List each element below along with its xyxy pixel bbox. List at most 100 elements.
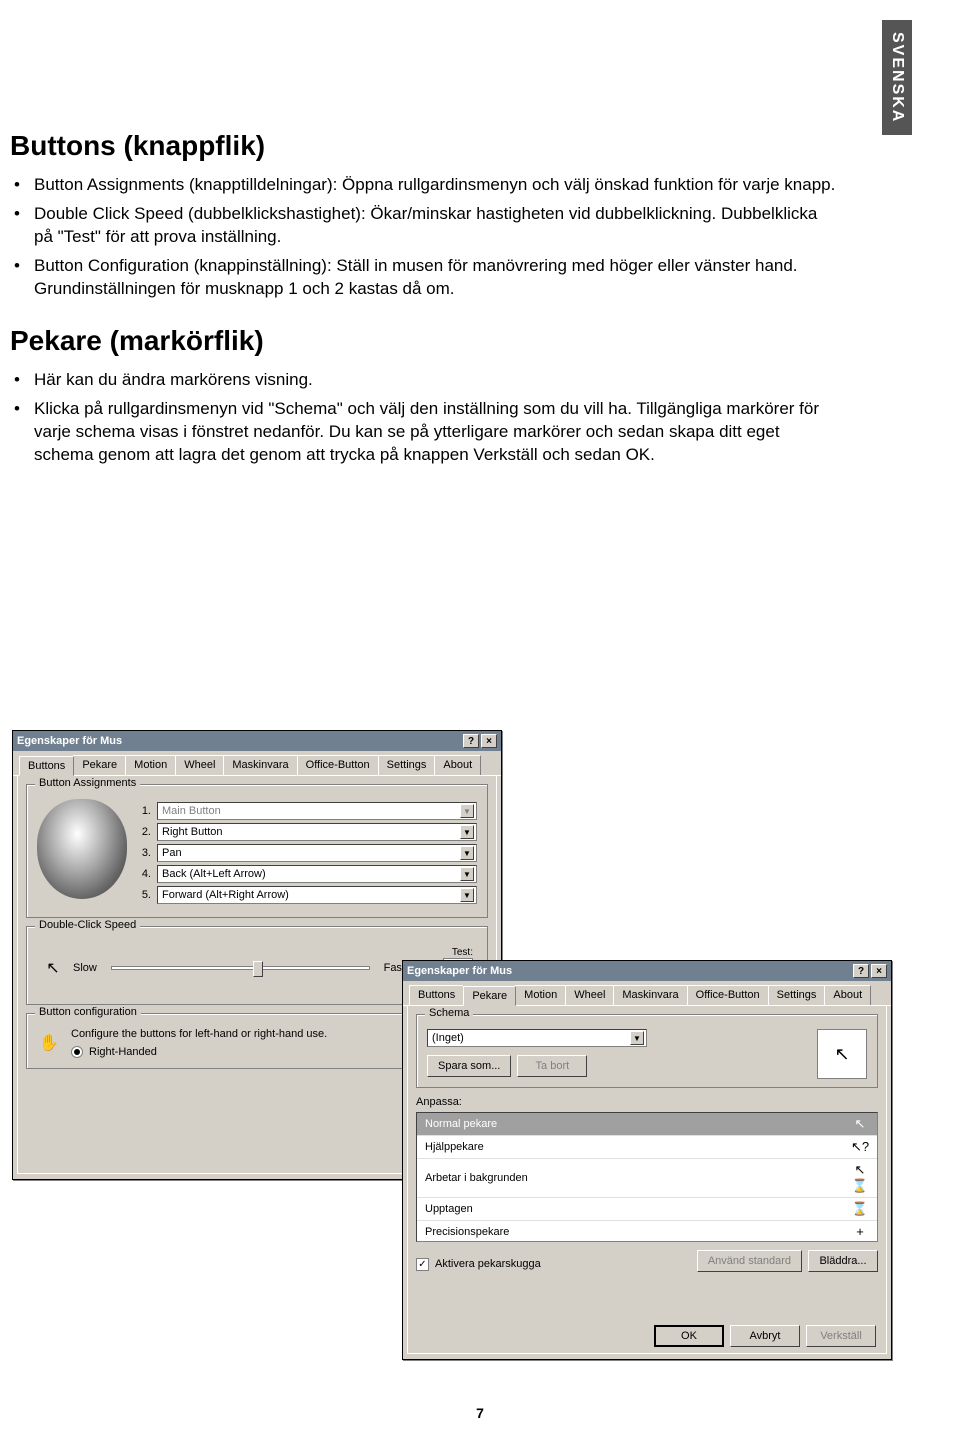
tab-motion[interactable]: Motion [125,755,176,775]
assignment-row: 1. Main Button▼ [137,802,477,820]
list-label: Upptagen [425,1203,473,1215]
list-item[interactable]: Hjälppekare ↖? [417,1136,877,1159]
ok-button[interactable]: OK [654,1325,724,1347]
dcs-slider[interactable] [111,966,370,970]
group-legend: Button Assignments [35,777,140,789]
tab-about[interactable]: About [824,985,871,1005]
close-icon[interactable]: × [871,964,887,978]
assignment-combo-2[interactable]: Right Button ▼ [157,823,477,841]
list-item: Button Configuration (knappinställning):… [34,255,840,301]
assignment-row: 5. Forward (Alt+Right Arrow) ▼ [137,886,477,904]
section-heading-pekare: Pekare (markörflik) [10,325,840,357]
combo-value: Right Button [162,826,223,838]
row-number: 2. [137,826,151,838]
save-as-button[interactable]: Spara som... [427,1055,511,1077]
tab-strip: Buttons Pekare Motion Wheel Maskinvara O… [13,751,501,776]
help-pointer-icon: ↖? [851,1139,869,1155]
group-legend: Double-Click Speed [35,919,140,931]
chevron-down-icon: ▼ [460,888,474,902]
group-legend: Button configuration [35,1006,141,1018]
titlebar[interactable]: Egenskaper för Mus ? × [13,731,501,751]
language-side-tab: SVENSKA [882,20,912,135]
list-label: Normal pekare [425,1118,497,1130]
group-legend: Schema [425,1007,473,1019]
schema-combo[interactable]: (Inget) ▼ [427,1029,647,1047]
assignment-combo-1[interactable]: Main Button▼ [157,802,477,820]
browse-button[interactable]: Bläddra... [808,1250,878,1272]
chevron-down-icon: ▼ [460,867,474,881]
pointer-icon: ↖ [41,956,65,980]
tab-settings[interactable]: Settings [378,755,436,775]
close-icon[interactable]: × [481,734,497,748]
row-number: 5. [137,889,151,901]
window-title: Egenskaper för Mus [17,735,122,747]
tab-pekare[interactable]: Pekare [463,986,516,1006]
help-icon[interactable]: ? [853,964,869,978]
tab-maskinvara[interactable]: Maskinvara [613,985,687,1005]
assignment-combo-5[interactable]: Forward (Alt+Right Arrow) ▼ [157,886,477,904]
help-icon[interactable]: ? [463,734,479,748]
list-item: Klicka på rullgardinsmenyn vid "Schema" … [34,398,840,467]
slider-thumb[interactable] [253,961,263,977]
hand-icon: ✋ [37,1031,61,1055]
section-list-buttons: Button Assignments (knapptilldelningar):… [10,174,840,301]
page-number: 7 [476,1405,484,1421]
list-item[interactable]: Arbetar i bakgrunden ↖⌛ [417,1159,877,1198]
arrow-pointer-icon: ↖ [851,1116,869,1132]
list-label: Hjälppekare [425,1141,484,1153]
working-background-icon: ↖⌛ [851,1162,869,1194]
tab-motion[interactable]: Motion [515,985,566,1005]
combo-value: Back (Alt+Left Arrow) [162,868,266,880]
pointer-shadow-checkbox[interactable]: ✓ Aktivera pekarskugga [416,1258,541,1271]
mouse-properties-dialog-pekare: Egenskaper för Mus ? × Buttons Pekare Mo… [402,960,892,1360]
combo-value: Main Button [162,805,221,817]
checkbox-icon: ✓ [416,1258,429,1271]
assignment-row: 3. Pan▼ [137,844,477,862]
list-item[interactable]: Upptagen ⌛ [417,1198,877,1221]
assignment-combo-4[interactable]: Back (Alt+Left Arrow) ▼ [157,865,477,883]
apply-button[interactable]: Verkställ [806,1325,876,1347]
tab-buttons[interactable]: Buttons [409,985,464,1005]
delete-button[interactable]: Ta bort [517,1055,587,1077]
tab-office-button[interactable]: Office-Button [297,755,379,775]
list-label: Precisionspekare [425,1226,509,1238]
precision-pointer-icon: + [851,1224,869,1239]
combo-value: (Inget) [432,1032,464,1044]
tab-wheel[interactable]: Wheel [175,755,224,775]
tab-strip: Buttons Pekare Motion Wheel Maskinvara O… [403,981,891,1006]
tab-office-button[interactable]: Office-Button [687,985,769,1005]
slow-label: Slow [73,962,97,974]
button-assignments-group: Button Assignments 1. Main Button▼ 2. Ri… [26,784,488,918]
tab-settings[interactable]: Settings [768,985,826,1005]
tab-pekare[interactable]: Pekare [73,755,126,775]
assignment-row: 2. Right Button ▼ [137,823,477,841]
row-number: 3. [137,847,151,859]
schema-preview-icon: ↖ [817,1029,867,1079]
radio-label: Right-Handed [89,1046,157,1058]
assignment-combo-3[interactable]: Pan▼ [157,844,477,862]
mouse-image [37,799,127,899]
cancel-button[interactable]: Avbryt [730,1325,800,1347]
row-number: 1. [137,805,151,817]
chevron-down-icon: ▼ [460,825,474,839]
list-item: Button Assignments (knapptilldelningar):… [34,174,840,197]
pointer-list[interactable]: Normal pekare ↖ Hjälppekare ↖? Arbetar i b… [416,1112,878,1242]
tab-maskinvara[interactable]: Maskinvara [223,755,297,775]
titlebar[interactable]: Egenskaper för Mus ? × [403,961,891,981]
tab-buttons[interactable]: Buttons [19,756,74,776]
use-standard-button[interactable]: Använd standard [697,1250,802,1272]
tab-about[interactable]: About [434,755,481,775]
tab-body: Schema (Inget) ▼ Spara som... Ta bort ↖ [407,1006,887,1354]
list-item: Double Click Speed (dubbelklickshastighe… [34,203,840,249]
row-number: 4. [137,868,151,880]
combo-value: Forward (Alt+Right Arrow) [162,889,289,901]
list-item[interactable]: Precisionspekare + [417,1221,877,1242]
busy-icon: ⌛ [851,1201,869,1217]
list-item[interactable]: Normal pekare ↖ [417,1113,877,1136]
combo-value: Pan [162,847,182,859]
list-label: Arbetar i bakgrunden [425,1172,528,1184]
anpassa-label: Anpassa: [416,1096,878,1108]
schema-group: Schema (Inget) ▼ Spara som... Ta bort ↖ [416,1014,878,1088]
checkbox-label: Aktivera pekarskugga [435,1258,541,1270]
tab-wheel[interactable]: Wheel [565,985,614,1005]
